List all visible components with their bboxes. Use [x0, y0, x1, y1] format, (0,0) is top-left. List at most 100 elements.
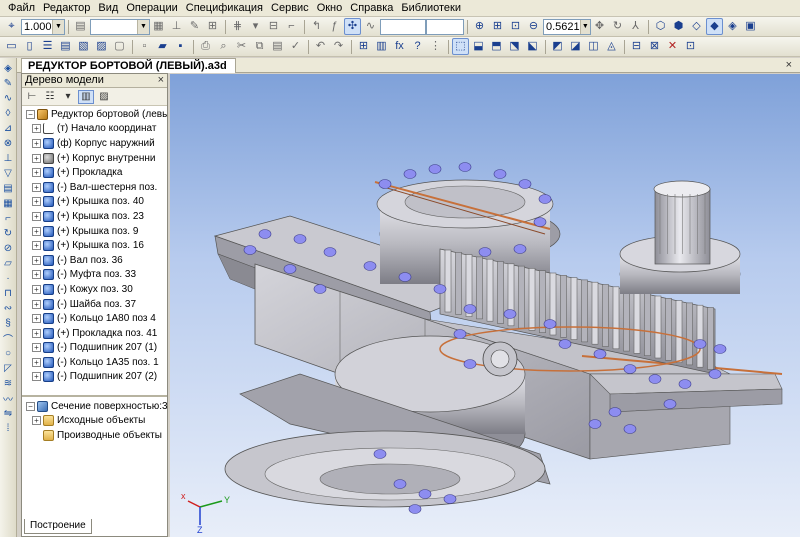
- print-icon[interactable]: ⎙: [197, 38, 214, 55]
- more-icon[interactable]: ⋮: [427, 38, 444, 55]
- tree-item[interactable]: + (-) Кольцо 1А35 поз. 1: [22, 355, 167, 370]
- deselect-icon[interactable]: ⬔: [506, 38, 523, 55]
- chamfer-icon[interactable]: ◸: [1, 362, 15, 375]
- step-combo[interactable]: 1.000 ▼: [21, 18, 65, 35]
- component-icon[interactable]: ◩: [549, 38, 566, 55]
- sheet-metal-icon[interactable]: ⌐: [1, 212, 15, 225]
- new-spec-icon[interactable]: ▤: [57, 38, 74, 55]
- expand-icon[interactable]: +: [32, 182, 41, 192]
- expand-icon[interactable]: +: [32, 226, 41, 236]
- grid-icon[interactable]: ⋕: [229, 18, 246, 35]
- save-icon[interactable]: ▪: [172, 38, 189, 55]
- expand-icon[interactable]: +: [32, 343, 41, 353]
- fillet-icon[interactable]: ⌒: [1, 332, 15, 346]
- expand-icon[interactable]: +: [32, 328, 41, 338]
- snap-active-icon[interactable]: ✣: [344, 18, 361, 35]
- menu-service[interactable]: Сервис: [267, 1, 313, 16]
- filter-icon[interactable]: ⬕: [524, 38, 541, 55]
- tree-item[interactable]: + (+) Крышка поз. 23: [22, 209, 167, 224]
- copy-icon[interactable]: ⧉: [251, 38, 268, 55]
- tree-item[interactable]: + (-) Вал-шестерня поз.: [22, 180, 167, 195]
- close-icon[interactable]: ×: [158, 74, 164, 87]
- zoom-combo[interactable]: 0.5621 ▼: [543, 18, 591, 35]
- expand-icon[interactable]: +: [32, 153, 41, 163]
- aux-geometry-icon[interactable]: ⊿: [1, 122, 15, 135]
- tab-construction[interactable]: Построение: [24, 519, 92, 534]
- step-cursor-icon[interactable]: ⌖: [3, 18, 20, 35]
- zoom-out-icon[interactable]: ⊖: [525, 18, 542, 35]
- filter-icon[interactable]: ▽: [1, 167, 15, 180]
- helix-icon[interactable]: §: [1, 317, 15, 330]
- undo-icon[interactable]: ↶: [312, 38, 329, 55]
- expand-icon[interactable]: +: [32, 255, 41, 265]
- shaded-icon[interactable]: ◆: [706, 18, 723, 35]
- zoom-prev-icon[interactable]: ⊡: [507, 18, 524, 35]
- snap-icon[interactable]: ⌐: [283, 18, 300, 35]
- expand-icon[interactable]: +: [32, 241, 41, 251]
- new-assembly-icon[interactable]: ▨: [93, 38, 110, 55]
- point-icon[interactable]: ·: [1, 272, 15, 285]
- new-fragment-icon[interactable]: ▯: [21, 38, 38, 55]
- paste-icon[interactable]: ▤: [269, 38, 286, 55]
- attributes-icon[interactable]: ⊡: [682, 38, 699, 55]
- close-icon[interactable]: ×: [786, 58, 792, 72]
- structure-icon[interactable]: ☷: [42, 90, 58, 104]
- spec-icon[interactable]: ▤: [1, 182, 15, 195]
- rotate-icon[interactable]: ↻: [609, 18, 626, 35]
- redo-icon[interactable]: ↷: [330, 38, 347, 55]
- expand-icon[interactable]: +: [32, 299, 41, 309]
- build-order-icon[interactable]: ⊢: [24, 90, 40, 104]
- ortho-mode-icon[interactable]: ↰: [308, 18, 325, 35]
- variables-icon[interactable]: fx: [391, 38, 408, 55]
- wireframe-icon[interactable]: ⬡: [652, 18, 669, 35]
- pan-icon[interactable]: ✥: [591, 18, 608, 35]
- grid-dropdown-icon[interactable]: ▾: [247, 18, 264, 35]
- wave-icon[interactable]: 〰: [1, 392, 15, 406]
- surfaces-icon[interactable]: ◊: [1, 107, 15, 120]
- menu-file[interactable]: Файл: [4, 1, 39, 16]
- open-folder-icon[interactable]: ▰: [154, 38, 171, 55]
- tree-item[interactable]: + (+) Прокладка поз. 41: [22, 326, 167, 341]
- shaded-edges-icon[interactable]: ◈: [724, 18, 741, 35]
- pencil-icon[interactable]: ✎: [186, 18, 203, 35]
- expand-icon[interactable]: +: [32, 138, 41, 148]
- menu-specification[interactable]: Спецификация: [182, 1, 267, 16]
- measure-icon[interactable]: ◪: [567, 38, 584, 55]
- tree-item[interactable]: + (+) Крышка поз. 40: [22, 195, 167, 210]
- properties-panel-icon[interactable]: ⊞: [355, 38, 372, 55]
- collapse-icon[interactable]: −: [26, 401, 35, 411]
- zoom-in-icon[interactable]: ⊕: [471, 18, 488, 35]
- menu-help[interactable]: Справка: [346, 1, 397, 16]
- document-tab[interactable]: РЕДУКТОР БОРТОВОЙ (ЛЕВЫЙ).a3d: [21, 58, 236, 73]
- mirror-icon[interactable]: ⇋: [1, 407, 15, 420]
- split-view-icon[interactable]: ▨: [96, 90, 112, 104]
- model-viewport[interactable]: x Y Z: [170, 74, 800, 537]
- thin-lines-icon[interactable]: ◇: [688, 18, 705, 35]
- section-icon[interactable]: ⊟: [628, 38, 645, 55]
- coordinate-y-field[interactable]: [426, 18, 464, 35]
- format-icon[interactable]: ✓: [287, 38, 304, 55]
- new-doc-icon[interactable]: ▢: [111, 38, 128, 55]
- collapse-icon[interactable]: −: [26, 109, 35, 119]
- expand-icon[interactable]: +: [32, 168, 41, 178]
- collision-icon[interactable]: ◬: [603, 38, 620, 55]
- rotate-view-icon[interactable]: ↻: [1, 227, 15, 240]
- thread-icon[interactable]: ≋: [1, 377, 15, 390]
- tree-item[interactable]: + (ф) Корпус наружний: [22, 136, 167, 151]
- array-icon[interactable]: ⁞: [1, 422, 15, 435]
- delete-icon[interactable]: ✕: [664, 38, 681, 55]
- curves-icon[interactable]: ∿: [1, 92, 15, 105]
- tree-item[interactable]: + (+) Корпус внутренни: [22, 151, 167, 166]
- select-frame-icon[interactable]: ⬚: [452, 38, 469, 55]
- properties-icon[interactable]: ▦: [150, 18, 167, 35]
- section-child[interactable]: Производные объекты: [22, 428, 167, 443]
- bracket-icon[interactable]: ⊓: [1, 287, 15, 300]
- spline-icon[interactable]: ∾: [1, 302, 15, 315]
- menu-editor[interactable]: Редактор: [39, 1, 94, 16]
- menu-libraries[interactable]: Библиотеки: [397, 1, 465, 16]
- cut-icon[interactable]: ✂: [233, 38, 250, 55]
- tree-item[interactable]: + (т) Начало координат: [22, 122, 167, 137]
- explode-icon[interactable]: ⊠: [646, 38, 663, 55]
- sketch-icon[interactable]: ✎: [1, 77, 15, 90]
- expand-icon[interactable]: +: [32, 416, 41, 426]
